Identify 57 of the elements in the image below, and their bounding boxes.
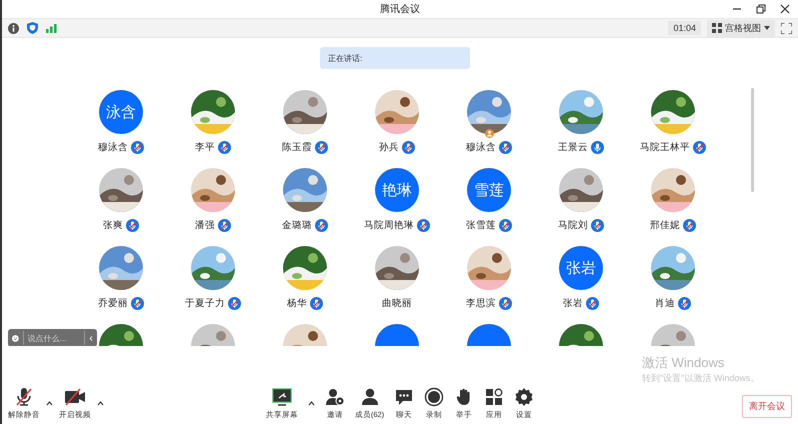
avatar: 艳琳 — [375, 168, 419, 212]
speaking-banner: 正在讲话: — [320, 47, 470, 69]
camera-off-icon — [64, 387, 86, 407]
screen-icon — [270, 387, 293, 407]
activation-notice-title: 激活 Windows — [642, 354, 726, 372]
muted-mic-icon — [14, 387, 34, 407]
participant-name: 穆泳含 — [98, 141, 128, 154]
settings-icon — [514, 387, 534, 407]
caret-icon[interactable] — [97, 401, 104, 406]
participant-name: 邢佳妮 — [650, 219, 680, 232]
add-person-icon — [324, 387, 345, 407]
participant-name: 孙兵 — [379, 141, 399, 154]
participant-name: 李思滨 — [466, 297, 496, 310]
participant-name: 马院刘 — [558, 219, 588, 232]
avatar: 泳含 — [99, 90, 143, 134]
smiley-icon[interactable] — [12, 332, 19, 344]
window-title: 腾讯会议 — [380, 2, 420, 16]
apps-icon — [484, 387, 504, 407]
caret-icon[interactable] — [308, 401, 315, 406]
participant-name: 乔爱丽 — [98, 297, 128, 310]
participant-name: 陈玉霞 — [282, 141, 312, 154]
caret-icon — [764, 26, 770, 30]
participant-name: 张爽 — [103, 219, 123, 232]
scrollbar[interactable] — [751, 88, 754, 192]
chat-input-bar[interactable]: 说点什么... — [8, 329, 97, 346]
view-button[interactable]: 宫格视图 — [707, 20, 775, 36]
signal-icon[interactable] — [46, 23, 57, 33]
participant-name: 曲晓丽 — [382, 297, 412, 310]
avatar: 雪莲 — [467, 168, 511, 212]
activation-notice-text: 转到"设置"以激活 Windows。 — [642, 372, 760, 385]
collapse-icon[interactable] — [88, 334, 93, 342]
avatar: 张岩 — [559, 246, 603, 290]
chat-bubble-icon — [394, 387, 414, 407]
meeting-timer: 01:04 — [668, 21, 701, 35]
participant-name: 金璐璐 — [282, 219, 312, 232]
participant-name: 张岩 — [563, 297, 583, 310]
info-icon[interactable] — [8, 22, 19, 34]
chat-input-field[interactable]: 说点什么... — [22, 331, 85, 345]
leave-meeting-button[interactable]: 离开会议 — [742, 395, 792, 418]
participant-name: 王景云 — [558, 141, 588, 154]
restore-icon[interactable] — [756, 4, 766, 14]
participant-name: 穆泳含 — [466, 141, 496, 154]
grid-icon — [712, 23, 722, 33]
shield-icon[interactable] — [27, 22, 38, 34]
participant-name: 肖迪 — [655, 297, 675, 310]
participant-name: 李平 — [195, 141, 215, 154]
record-icon — [424, 387, 444, 407]
participant-name: 杨华 — [287, 297, 307, 310]
participant-name: 潘强 — [195, 219, 215, 232]
participant-name: 于夏子力 — [185, 297, 225, 310]
participant-name: 张雪莲 — [466, 219, 496, 232]
participant-name: 马院王林平 — [640, 141, 690, 154]
close-icon[interactable] — [780, 4, 790, 14]
participant-name: 马院周艳琳 — [364, 219, 414, 232]
fullscreen-icon[interactable] — [781, 22, 792, 34]
caret-icon[interactable] — [46, 401, 53, 406]
person-icon — [360, 387, 380, 407]
